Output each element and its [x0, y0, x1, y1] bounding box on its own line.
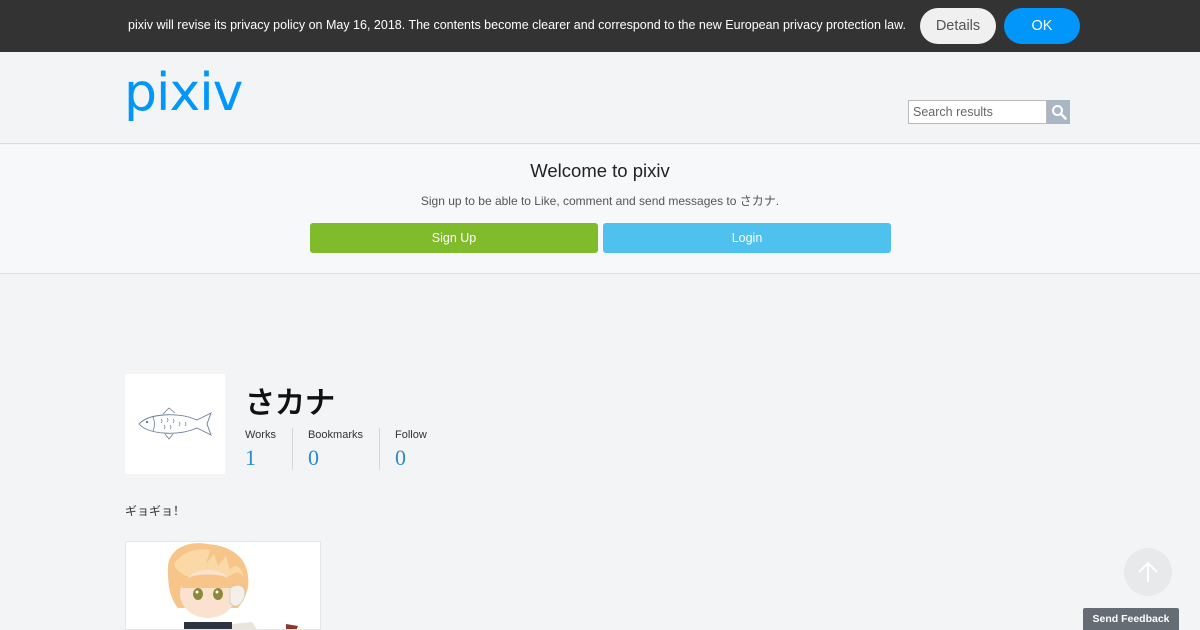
- search-input[interactable]: [908, 100, 1047, 124]
- stat-value: 0: [307, 445, 319, 470]
- profile-avatar[interactable]: [125, 374, 225, 474]
- stat-label: Works: [245, 429, 276, 441]
- search-box: [908, 100, 1070, 124]
- welcome-subtitle: Sign up to be able to Like, comment and …: [420, 194, 780, 208]
- arrow-up-icon: [1138, 561, 1158, 582]
- stat-label: Bookmarks: [307, 429, 363, 441]
- stat-label: Follow: [395, 429, 427, 441]
- search-icon: [1051, 105, 1067, 120]
- work-thumbnail[interactable]: [125, 541, 321, 630]
- send-feedback-button[interactable]: Send Feedback: [1083, 608, 1179, 630]
- welcome-panel: Welcome to pixiv Sign up to be able to L…: [0, 145, 1200, 274]
- artwork-image: [126, 542, 320, 629]
- profile-stats: Works 1 Bookmarks 0 Follow 0: [245, 428, 458, 470]
- welcome-title: Welcome to pixiv: [530, 160, 670, 181]
- stat-bookmarks[interactable]: Bookmarks 0: [308, 428, 380, 470]
- profile-comment: ギョギョ！: [125, 504, 186, 518]
- details-button[interactable]: Details: [920, 8, 996, 44]
- pixiv-logo[interactable]: pixiv: [124, 63, 252, 128]
- stat-value: 0: [395, 445, 406, 470]
- site-header: pixiv: [0, 52, 1200, 144]
- fish-icon: [138, 407, 212, 440]
- stat-works[interactable]: Works 1: [245, 428, 293, 470]
- login-button[interactable]: Login: [603, 223, 891, 253]
- stat-follow[interactable]: Follow 0: [395, 428, 443, 470]
- search-button[interactable]: [1047, 100, 1070, 124]
- profile-name: さカナ: [245, 386, 335, 421]
- privacy-notice-text: pixiv will revise its privacy policy on …: [128, 18, 906, 32]
- privacy-notice-bar: pixiv will revise its privacy policy on …: [0, 0, 1200, 52]
- stat-value: 1: [245, 445, 256, 470]
- signup-button[interactable]: Sign Up: [310, 223, 598, 253]
- logo-text: pixiv: [124, 68, 243, 123]
- ok-button[interactable]: OK: [1004, 8, 1080, 44]
- scroll-to-top-button[interactable]: [1124, 548, 1172, 596]
